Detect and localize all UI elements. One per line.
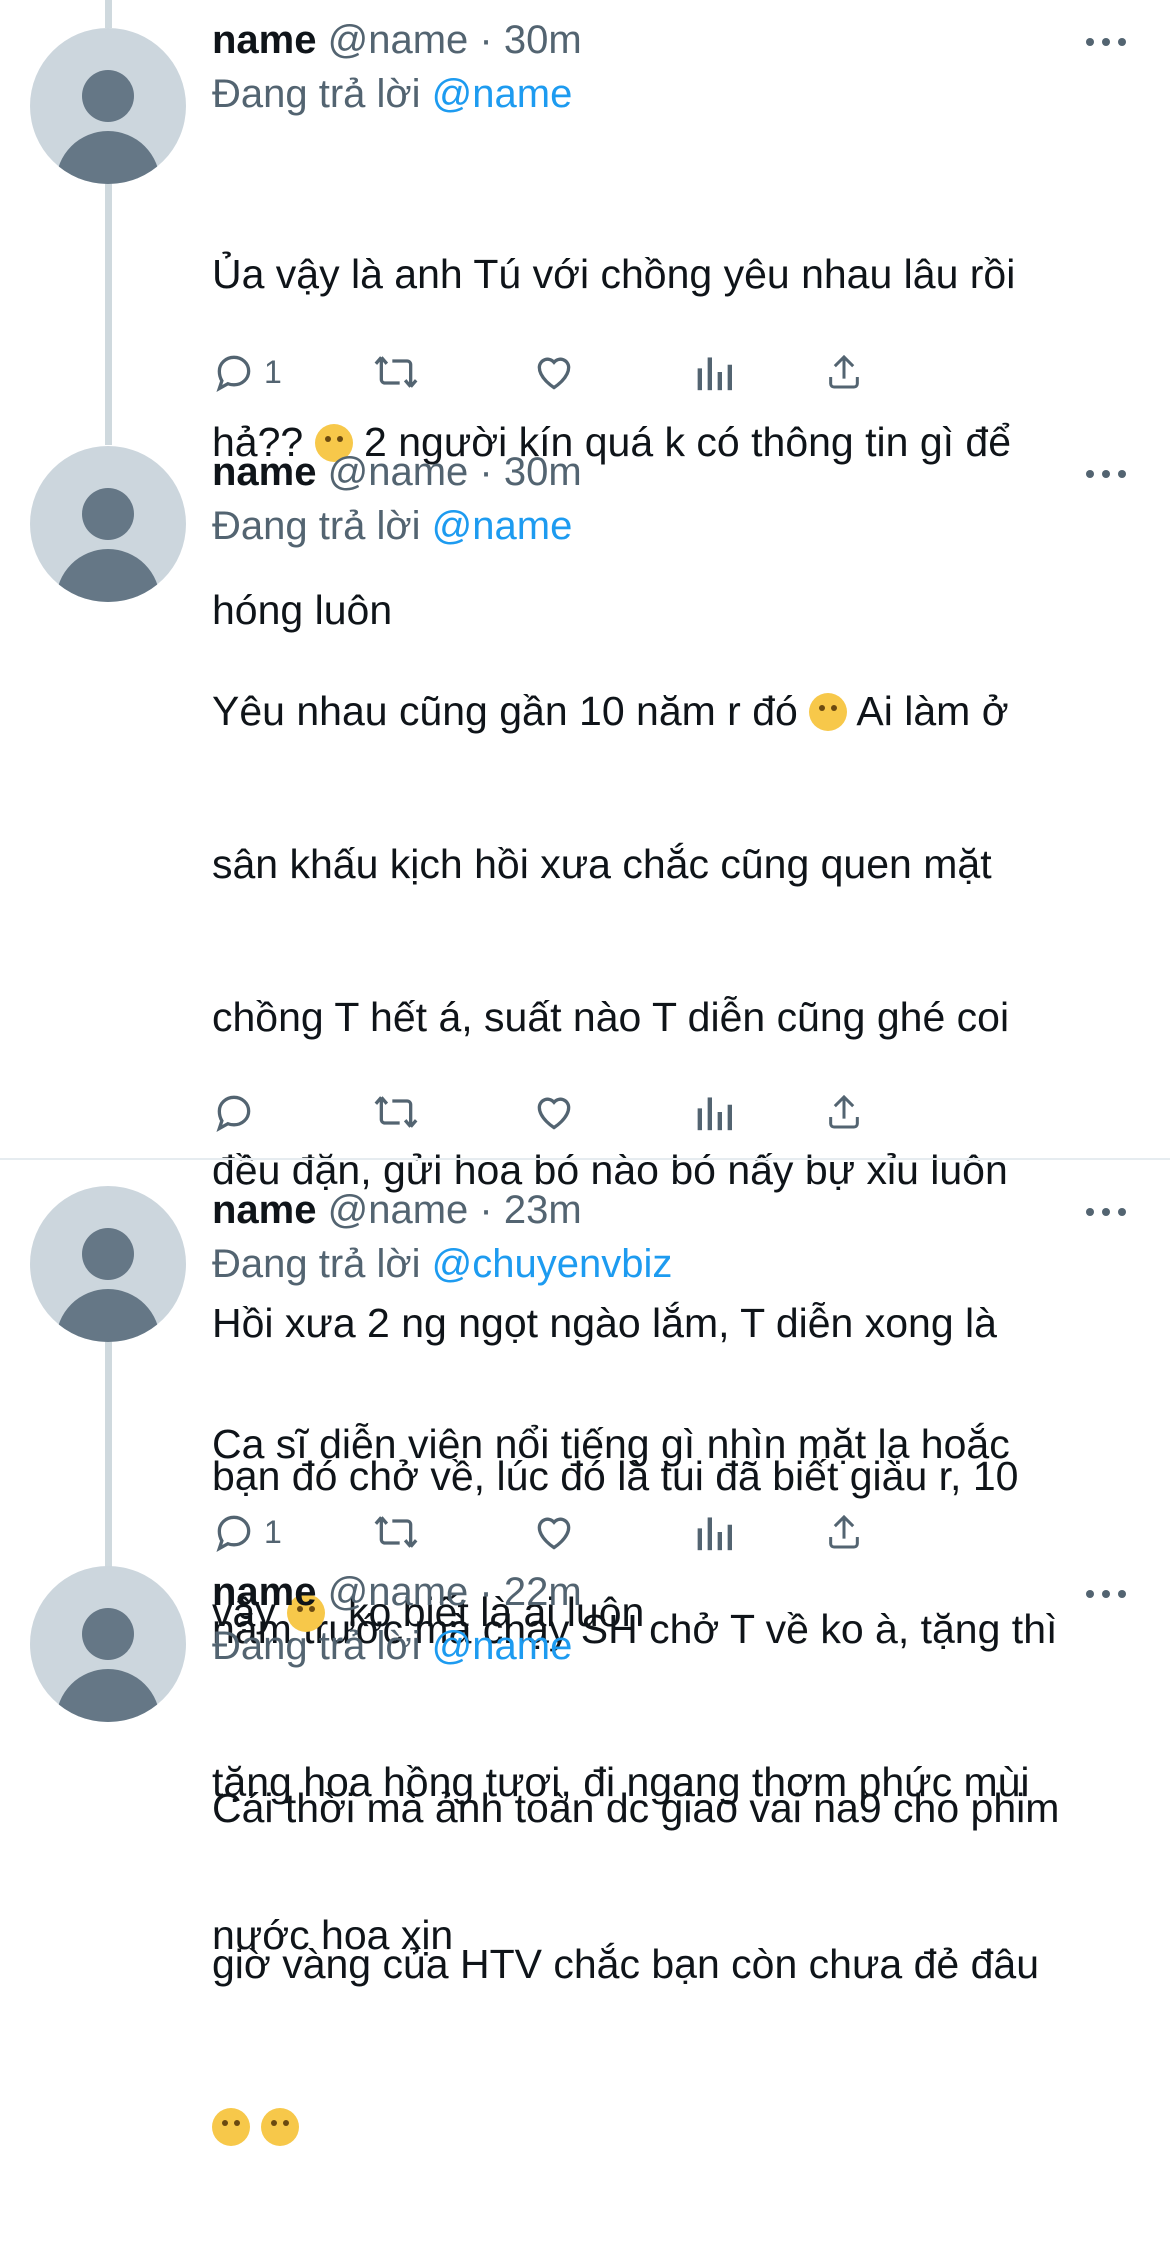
- action-bar: 1: [212, 344, 1112, 400]
- retweet-icon: [374, 1516, 418, 1548]
- timestamp[interactable]: 22m: [504, 1570, 582, 1614]
- display-name[interactable]: name: [212, 18, 317, 62]
- handle[interactable]: @name: [328, 18, 469, 62]
- like-icon: [537, 357, 571, 390]
- analytics-icon: [697, 357, 732, 391]
- reply-icon: [216, 1515, 251, 1552]
- display-name[interactable]: name: [212, 1188, 317, 1232]
- more-icon[interactable]: [1086, 32, 1126, 52]
- retweet-button[interactable]: [372, 1504, 420, 1560]
- tweet[interactable]: name @name · 22m Đang trả lời @name Cái …: [0, 1560, 1170, 2146]
- action-bar: 1: [212, 1504, 1112, 1560]
- text-line: Yêu nhau cũng gần 10 năm r đó Ai làm ở: [212, 688, 1009, 734]
- text-line: [212, 2100, 1132, 2152]
- tweet-header: name @name · 23m: [212, 1186, 582, 1234]
- more-icon[interactable]: [1086, 1584, 1126, 1604]
- tweet-header: name @name · 30m: [212, 16, 582, 64]
- like-icon: [537, 1517, 571, 1550]
- like-button[interactable]: [532, 1504, 576, 1560]
- display-name[interactable]: name: [212, 450, 317, 494]
- analytics-button[interactable]: [694, 1084, 734, 1140]
- avatar[interactable]: [30, 446, 186, 602]
- retweet-icon: [374, 356, 418, 388]
- replying-to-label: Đang trả lời: [212, 504, 421, 548]
- separator-dot: ·: [479, 450, 493, 494]
- retweet-icon: [374, 1096, 418, 1128]
- share-icon: [829, 354, 859, 389]
- replying-to-label: Đang trả lời: [212, 1242, 421, 1286]
- rofl-emoji: [212, 2108, 250, 2146]
- more-icon[interactable]: [1086, 1202, 1126, 1222]
- action-bar: [212, 1084, 1112, 1140]
- text-line: Ủa vậy là anh Tú với chồng yêu nhau lâu …: [212, 251, 1016, 297]
- laughing-tears-emoji: [809, 693, 848, 731]
- replying-to-mention[interactable]: @chuyenvbiz: [432, 1242, 673, 1286]
- display-name[interactable]: name: [212, 1570, 317, 1614]
- more-icon[interactable]: [1086, 464, 1126, 484]
- replying-to: Đang trả lời @name: [212, 502, 572, 550]
- share-button[interactable]: [824, 1084, 864, 1140]
- text-line: Ca sĩ diễn viên nổi tiếng gì nhìn mặt lạ…: [212, 1421, 1010, 1467]
- analytics-button[interactable]: [694, 344, 734, 400]
- reply-button[interactable]: 1: [212, 1504, 282, 1560]
- tweet[interactable]: name @name · 30m Đang trả lời @name Yêu …: [0, 440, 1170, 1958]
- avatar[interactable]: [30, 28, 186, 184]
- like-icon: [537, 1097, 571, 1130]
- rofl-emoji: [261, 2108, 300, 2146]
- text-line: giờ vàng của HTV chắc bạn còn chưa đẻ đâ…: [212, 1941, 1040, 1987]
- like-button[interactable]: [532, 344, 576, 400]
- reply-button[interactable]: [212, 1084, 264, 1140]
- retweet-button[interactable]: [372, 1084, 420, 1140]
- analytics-icon: [697, 1517, 732, 1551]
- replying-to-label: Đang trả lời: [212, 72, 421, 116]
- separator-dot: ·: [479, 18, 493, 62]
- avatar[interactable]: [30, 1566, 186, 1722]
- separator-dot: ·: [479, 1570, 493, 1614]
- timestamp[interactable]: 30m: [504, 18, 582, 62]
- tweet-header: name @name · 22m: [212, 1568, 582, 1616]
- share-button[interactable]: [824, 1504, 864, 1560]
- replying-to-mention[interactable]: @name: [432, 72, 573, 116]
- reply-button[interactable]: 1: [212, 344, 282, 400]
- replying-to-label: Đang trả lời: [212, 1624, 421, 1668]
- replying-to-mention[interactable]: @name: [432, 504, 573, 548]
- avatar[interactable]: [30, 1186, 186, 1342]
- separator-dot: ·: [479, 1188, 493, 1232]
- share-button[interactable]: [824, 344, 864, 400]
- share-icon: [829, 1514, 859, 1549]
- handle[interactable]: @name: [328, 1570, 469, 1614]
- analytics-icon: [697, 1097, 732, 1131]
- reply-count: 1: [264, 353, 282, 390]
- text-line: chồng T hết á, suất nào T diễn cũng ghé …: [212, 994, 1010, 1040]
- retweet-button[interactable]: [372, 344, 420, 400]
- text-line: sân khấu kịch hồi xưa chắc cũng quen mặt: [212, 841, 992, 887]
- replying-to: Đang trả lời @name: [212, 1622, 572, 1670]
- replying-to: Đang trả lời @chuyenvbiz: [212, 1240, 672, 1288]
- analytics-button[interactable]: [694, 1504, 734, 1560]
- tweet[interactable]: name @name · 23m Đang trả lời @chuyenvbi…: [0, 1160, 1170, 1635]
- tweet-text: Cái thời mà ảnh toàn dc giao vai na9 cho…: [212, 1678, 1132, 2256]
- replying-to: Đang trả lời @name: [212, 70, 572, 118]
- reply-icon: [216, 1095, 251, 1132]
- tweet[interactable]: name @name · 30m Đang trả lời @name Ủa v…: [0, 0, 1170, 633]
- handle[interactable]: @name: [328, 450, 469, 494]
- reply-count: 1: [264, 1513, 282, 1550]
- handle[interactable]: @name: [328, 1188, 469, 1232]
- tweet-header: name @name · 30m: [212, 448, 582, 496]
- share-icon: [829, 1094, 859, 1129]
- timestamp[interactable]: 30m: [504, 450, 582, 494]
- text-line: Cái thời mà ảnh toàn dc giao vai na9 cho…: [212, 1785, 1060, 1831]
- replying-to-mention[interactable]: @name: [432, 1624, 573, 1668]
- timestamp[interactable]: 23m: [504, 1188, 582, 1232]
- reply-icon: [216, 355, 251, 392]
- like-button[interactable]: [532, 1084, 576, 1140]
